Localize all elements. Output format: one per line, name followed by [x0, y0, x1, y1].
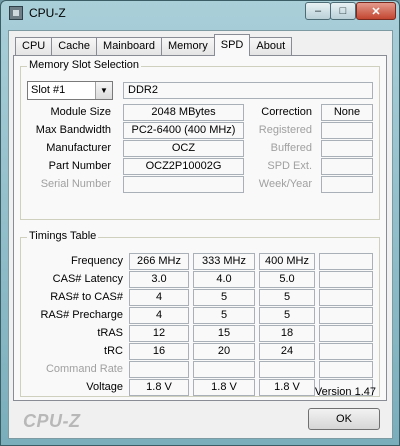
timing-cell: 333 MHz: [193, 253, 255, 270]
timing-row-label: Voltage: [86, 381, 123, 393]
timing-cell: 4: [129, 307, 189, 324]
module-size-label: Module Size: [50, 106, 111, 118]
timing-cell: [129, 361, 189, 378]
module-size-field: 2048 MBytes: [123, 104, 244, 121]
timing-cell: 4: [129, 289, 189, 306]
manufacturer-field: OCZ: [123, 140, 244, 157]
tab-memory[interactable]: Memory: [161, 37, 215, 56]
minimize-button[interactable]: –: [305, 2, 331, 20]
timings-group-title: Timings Table: [27, 230, 99, 242]
timing-cell: [319, 253, 373, 270]
registered-label: Registered: [258, 124, 312, 136]
timing-row-label: tRC: [104, 345, 123, 357]
maximize-button[interactable]: □: [330, 2, 356, 20]
timing-cell: 266 MHz: [129, 253, 189, 270]
minimize-icon: –: [314, 5, 322, 17]
manufacturer-label: Manufacturer: [46, 142, 111, 154]
cpu-z-brand-logo: CPU-Z: [23, 411, 81, 431]
memory-slot-group: Memory Slot Selection Slot #1 ▼ DDR2 Mod…: [20, 59, 380, 220]
cpu-z-app-icon: [9, 6, 23, 20]
serial-number-label: Serial Number: [40, 178, 111, 190]
buffered-field: [321, 140, 373, 157]
timing-cell: [319, 289, 373, 306]
week-year-label: Week/Year: [258, 178, 312, 190]
buffered-label: Buffered: [270, 142, 312, 154]
timing-cell: 5.0: [259, 271, 315, 288]
tab-mainboard[interactable]: Mainboard: [96, 37, 163, 56]
maximize-icon: □: [339, 5, 347, 17]
timing-cell: [319, 307, 373, 324]
week-year-field: [321, 176, 373, 193]
timing-cell: 15: [193, 325, 255, 342]
timing-cell: 1.8 V: [129, 379, 189, 396]
tab-about[interactable]: About: [249, 37, 293, 56]
spd-ext-field: [321, 158, 373, 175]
part-number-label: Part Number: [48, 160, 111, 172]
timing-cell: [319, 271, 373, 288]
timing-cell: [319, 325, 373, 342]
timing-row-label: CAS# Latency: [52, 273, 123, 285]
timings-group: Timings Table Frequency 266 MHz 333 MHz …: [20, 230, 380, 397]
timing-cell: 3.0: [129, 271, 189, 288]
timing-cell: [319, 343, 373, 360]
slot-select[interactable]: Slot #1 ▼: [27, 81, 113, 100]
timing-row-label: tRAS: [97, 327, 123, 339]
timing-cell: [193, 361, 255, 378]
tab-cache[interactable]: Cache: [51, 37, 98, 56]
timing-cell: 5: [193, 289, 255, 306]
tab-strip: CPU Cache Mainboard Memory SPD About: [15, 34, 293, 56]
timing-cell: 5: [193, 307, 255, 324]
close-icon: ✕: [371, 5, 381, 18]
ok-button[interactable]: OK: [308, 408, 380, 430]
memory-slot-group-title: Memory Slot Selection: [27, 59, 142, 71]
timing-cell: [259, 361, 315, 378]
chevron-down-icon[interactable]: ▼: [95, 82, 112, 99]
memory-type-field: DDR2: [123, 82, 373, 99]
timing-cell: 12: [129, 325, 189, 342]
timing-cell: 24: [259, 343, 315, 360]
timing-cell: 4.0: [193, 271, 255, 288]
part-number-field: OCZ2P10002G: [123, 158, 244, 175]
slot-select-value: Slot #1: [31, 84, 66, 96]
spd-ext-label: SPD Ext.: [267, 160, 312, 172]
max-bandwidth-field: PC2-6400 (400 MHz): [123, 122, 244, 139]
timing-cell: 1.8 V: [193, 379, 255, 396]
correction-field: None: [321, 104, 373, 121]
timing-cell: [319, 361, 373, 378]
window-title: CPU-Z: [29, 6, 66, 20]
max-bandwidth-label: Max Bandwidth: [35, 124, 111, 136]
spd-panel: Memory Slot Selection Slot #1 ▼ DDR2 Mod…: [13, 55, 387, 401]
timing-cell: 16: [129, 343, 189, 360]
tab-spd[interactable]: SPD: [213, 34, 251, 56]
timing-cell: 20: [193, 343, 255, 360]
timing-cell: 18: [259, 325, 315, 342]
version-label: Version 1.47: [314, 386, 376, 398]
timing-cell: 5: [259, 289, 315, 306]
title-bar[interactable]: CPU-Z – □ ✕: [1, 1, 399, 25]
timing-row-label: RAS# Precharge: [40, 309, 123, 321]
close-button[interactable]: ✕: [356, 2, 396, 20]
tab-cpu[interactable]: CPU: [15, 37, 53, 56]
timing-cell: 1.8 V: [259, 379, 315, 396]
timing-row-label: RAS# to CAS#: [50, 291, 123, 303]
client-area: CPU Cache Mainboard Memory SPD About Mem…: [8, 30, 393, 439]
app-window: CPU-Z – □ ✕ CPU Cache Mainboard Memory S…: [0, 0, 400, 446]
timing-row-label: Frequency: [71, 255, 123, 267]
serial-number-field: [123, 176, 244, 193]
correction-label: Correction: [261, 106, 312, 118]
registered-field: [321, 122, 373, 139]
timing-cell: 400 MHz: [259, 253, 315, 270]
timing-row-label: Command Rate: [45, 363, 123, 375]
timing-cell: 5: [259, 307, 315, 324]
